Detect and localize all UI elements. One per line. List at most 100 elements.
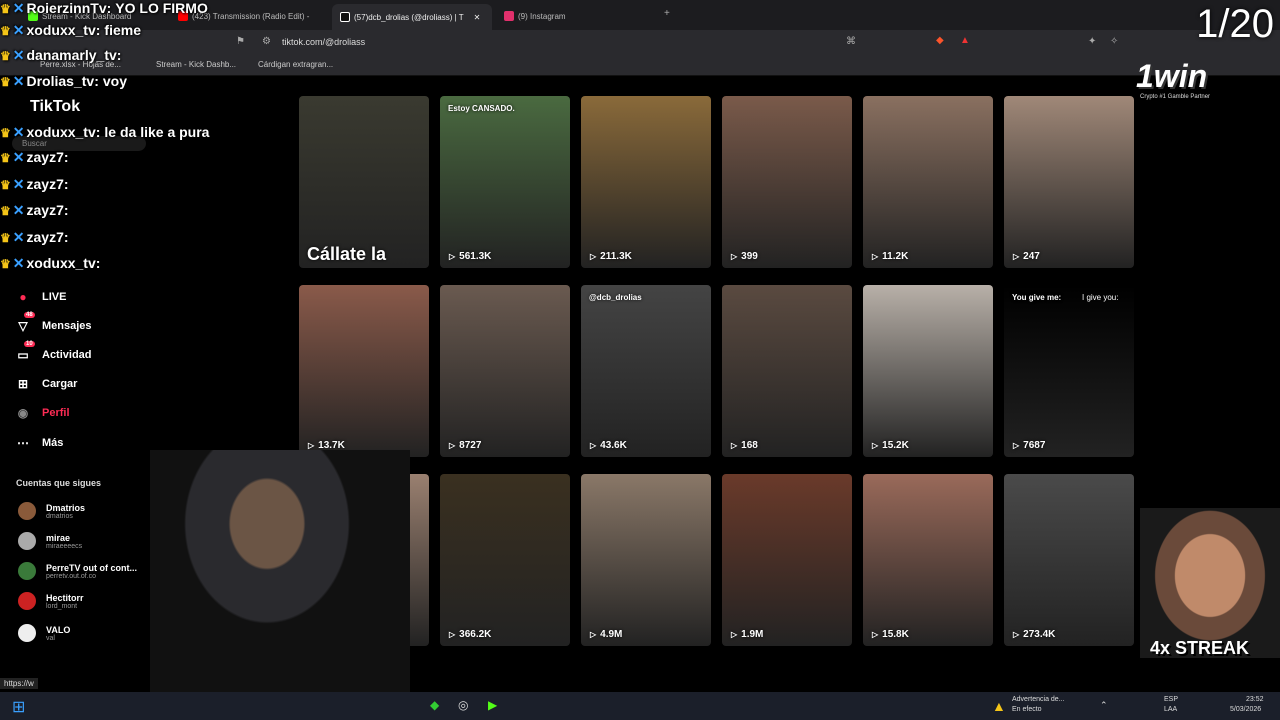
avatar	[18, 624, 36, 642]
view-count-value: 247	[1023, 251, 1040, 262]
chevron-up-icon[interactable]: ⌃	[1100, 700, 1108, 711]
chat-message: ♛ ✕ zayz7:	[0, 202, 73, 219]
view-count-value: 168	[741, 440, 758, 451]
brave-shield-icon[interactable]: ◆	[936, 35, 944, 46]
view-count: ▷ 7687	[1013, 440, 1045, 451]
video-tile[interactable]: ▷ 273.4K	[1004, 474, 1134, 646]
site-info-icon[interactable]: ⚙	[262, 36, 271, 47]
view-count: ▷ 366.2K	[449, 629, 491, 640]
view-count-value: 399	[741, 251, 758, 262]
video-tile[interactable]: ▷ 11.2K	[863, 96, 993, 268]
view-count-value: 273.4K	[1023, 629, 1056, 640]
chat-message: ♛ ✕ Drolias_tv: voy	[0, 73, 127, 90]
clock-time[interactable]: 23:52	[1246, 696, 1264, 703]
chat-username: zayz7:	[26, 229, 69, 245]
play-icon: ▷	[731, 630, 738, 639]
lang-indicator[interactable]: ESP	[1164, 696, 1178, 703]
view-count-value: 561.3K	[459, 251, 492, 262]
reaction-overlay	[1140, 508, 1280, 658]
streak-label: 4x STREAK	[1150, 638, 1250, 658]
windows-start-icon[interactable]: ⊞	[12, 697, 25, 717]
sidebar-item-messages[interactable]: ▽ 48 Mensajes	[16, 312, 92, 333]
tiktok-logo[interactable]: TikTok	[30, 98, 80, 116]
bookmark-kick[interactable]: Stream - Kick Dashb...	[156, 60, 236, 69]
play-icon: ▷	[872, 252, 879, 261]
crown-icon: ♛	[0, 24, 11, 38]
chat-message: ♛ ✕ RoierzinnTv: YO LO FIRMO	[0, 0, 208, 17]
following-item[interactable]: mirae miraeeeecs	[18, 532, 82, 550]
messages-badge: 48	[24, 312, 35, 318]
play-icon: ▷	[590, 441, 597, 450]
video-tile[interactable]: ▷ 15.2K	[863, 285, 993, 457]
sidebar-item-profile[interactable]: ◉ Perfil	[16, 406, 70, 420]
tab-tiktok[interactable]: (57)dcb_drolias (@droliass) | T ✕	[332, 4, 492, 30]
play-icon: ▷	[1013, 630, 1020, 639]
bookmark-icon[interactable]: ⚑	[236, 36, 245, 47]
following-item[interactable]: Hectitorr lord_mont	[18, 592, 84, 610]
video-tile[interactable]: ▷ 4.9M	[581, 474, 711, 646]
video-tile[interactable]: ▷ 8727	[440, 285, 570, 457]
following-item[interactable]: VALO val	[18, 624, 70, 642]
video-tile[interactable]: Cállate la	[299, 96, 429, 268]
bookmark-cardigan[interactable]: Cárdigan extragran...	[258, 60, 333, 69]
messages-icon: ▽	[18, 319, 28, 333]
video-tile[interactable]: ▷ 13.7K	[299, 285, 429, 457]
tab-instagram[interactable]: (9) Instagram	[496, 6, 656, 26]
crown-icon: ♛	[0, 2, 11, 16]
extensions-icon[interactable]: ✦	[1088, 36, 1096, 47]
chat-message: ♛ ✕ zayz7:	[0, 149, 73, 166]
view-count-value: 366.2K	[459, 629, 492, 640]
play-icon: ▷	[872, 630, 879, 639]
translate-icon[interactable]: ⌘	[846, 36, 856, 47]
video-tile[interactable]: ▷ 211.3K	[581, 96, 711, 268]
chat-username: Drolias_tv:	[26, 73, 99, 89]
chat-text: voy	[102, 73, 127, 89]
weather-title[interactable]: Advertencia de...	[1012, 696, 1065, 703]
app-icon[interactable]: ◆	[430, 698, 439, 712]
chat-username: xoduxx_tv:	[26, 22, 101, 38]
chat-username: RoierzinnTv:	[26, 0, 112, 16]
sidebar-item-upload[interactable]: ⊞ Cargar	[16, 377, 78, 391]
new-tab-icon[interactable]: +	[664, 8, 670, 19]
crown-icon: ♛	[0, 178, 11, 192]
chat-message: ♛ ✕ xoduxx_tv: fieme	[0, 22, 141, 39]
profile-icon: ◉	[17, 406, 29, 420]
view-count: ▷ 399	[731, 251, 758, 262]
view-count: ▷ 1.9M	[731, 629, 763, 640]
view-count: ▷ 168	[731, 440, 758, 451]
video-tile[interactable]: ▷ 168	[722, 285, 852, 457]
view-count-value: 7687	[1023, 440, 1046, 451]
play-icon: ▷	[449, 252, 456, 261]
chat-message: ♛ ✕ xoduxx_tv:	[0, 255, 104, 272]
video-tile[interactable]: ▷ 366.2K	[440, 474, 570, 646]
sidebar-item-live[interactable]: ● LIVE	[16, 290, 66, 304]
sidebar-item-activity[interactable]: ▭ 10 Actividad	[16, 341, 92, 362]
sword-icon: ✕	[12, 73, 25, 89]
following-item[interactable]: Dmatrios dmatrios	[18, 502, 85, 520]
video-tile[interactable]: You give me: I give you: ▷ 7687	[1004, 285, 1134, 457]
brave-rewards-icon[interactable]: ▲	[960, 35, 970, 46]
view-count-value: 15.2K	[882, 440, 909, 451]
play-icon: ▷	[308, 441, 315, 450]
chat-username: xoduxx_tv:	[26, 255, 101, 271]
url-field[interactable]: tiktok.com/@droliass	[282, 37, 365, 47]
video-tile[interactable]: @dcb_drolias ▷ 43.6K	[581, 285, 711, 457]
video-tile[interactable]: Estoy CANSADO. ▷ 561.3K	[440, 96, 570, 268]
sidebar-item-more[interactable]: ⋯ Más	[16, 436, 63, 450]
view-count: ▷ 4.9M	[590, 629, 622, 640]
kick-app-icon[interactable]: ▶	[488, 698, 497, 712]
puzzle-icon[interactable]: ✧	[1110, 36, 1118, 47]
video-tile[interactable]: ▷ 247	[1004, 96, 1134, 268]
video-tile[interactable]: ▷ 399	[722, 96, 852, 268]
video-tile[interactable]: ▷ 1.9M	[722, 474, 852, 646]
play-icon: ▷	[590, 630, 597, 639]
close-icon[interactable]: ✕	[474, 13, 481, 22]
play-icon: ▷	[872, 441, 879, 450]
obs-icon[interactable]: ◎	[458, 698, 468, 712]
following-item[interactable]: PerreTV out of cont... perretv.out.of.co	[18, 562, 137, 580]
video-tile[interactable]: ▷ 15.8K	[863, 474, 993, 646]
video-caption: I give you:	[1082, 293, 1119, 302]
view-count-value: 43.6K	[600, 440, 627, 451]
chat-text: le da like a pura	[104, 124, 210, 140]
chat-message: ♛ ✕ xoduxx_tv: le da like a pura	[0, 124, 209, 141]
